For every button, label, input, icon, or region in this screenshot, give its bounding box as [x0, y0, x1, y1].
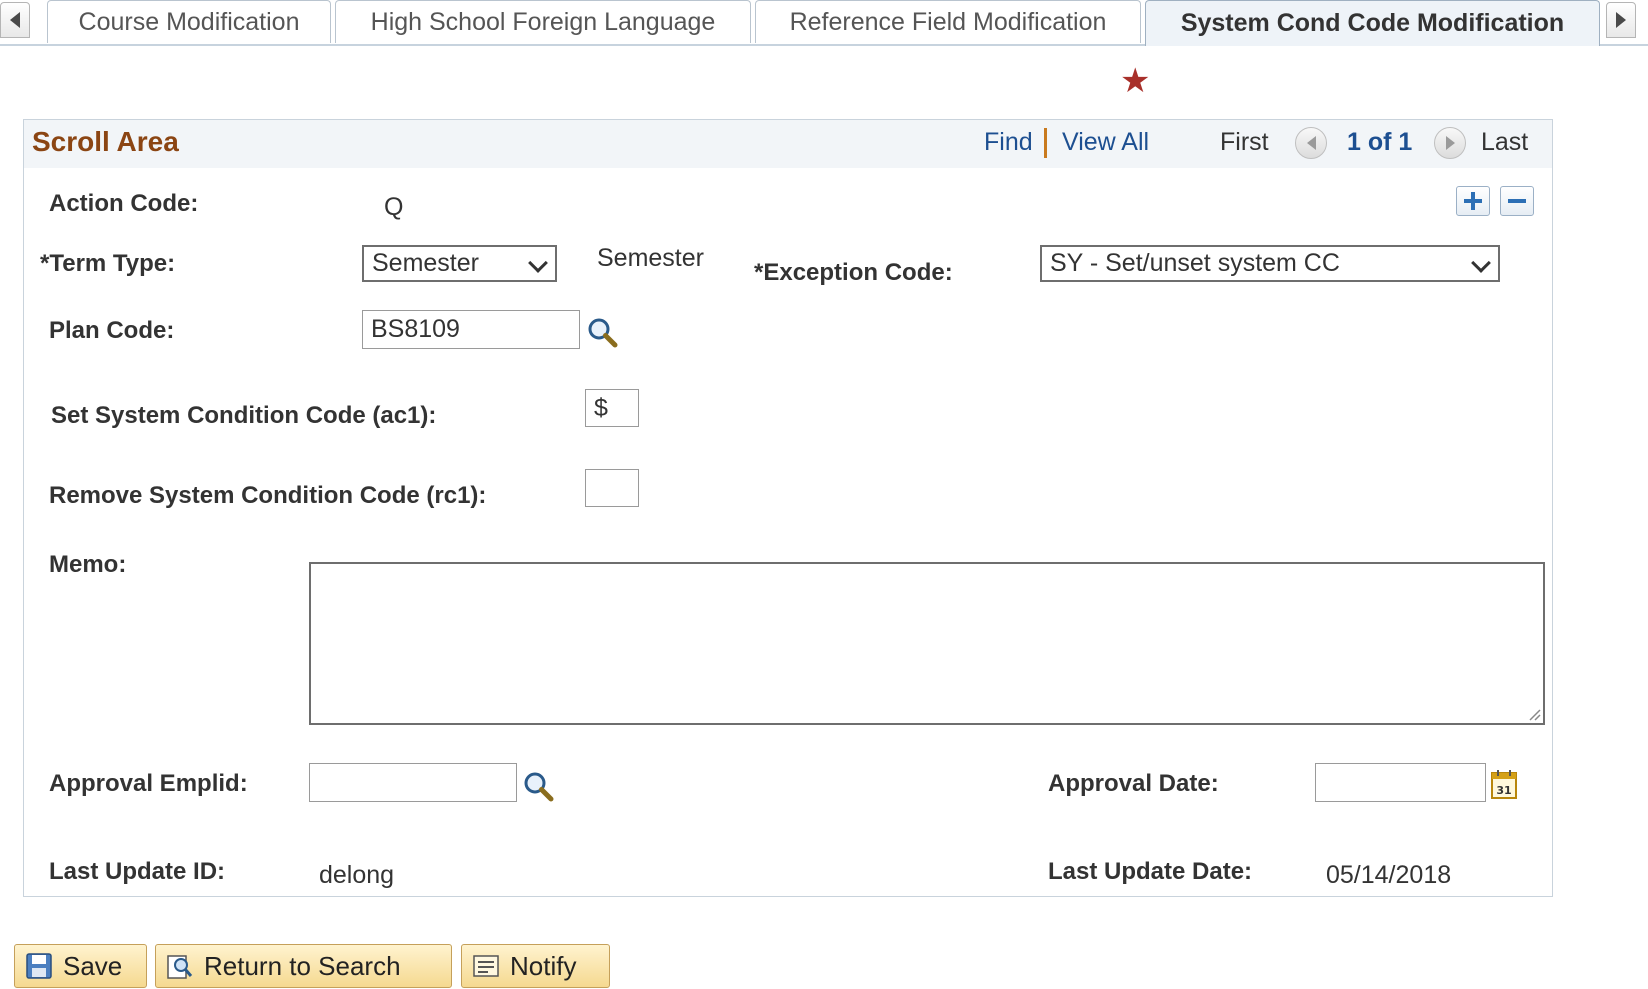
tab-scroll-right-button[interactable] [1606, 2, 1636, 38]
plan-code-value: BS8109 [371, 315, 460, 343]
set-system-condition-code-input[interactable]: $ [585, 389, 639, 427]
exception-code-label: *Exception Code: [754, 259, 953, 286]
pager-count: 1 of 1 [1347, 128, 1413, 156]
chevron-down-icon [1471, 253, 1491, 273]
action-code-label: Action Code: [49, 190, 199, 217]
notify-label: Notify [510, 950, 577, 981]
approval-date-input[interactable] [1315, 763, 1486, 802]
arrow-right-icon [1616, 12, 1626, 28]
delete-row-button[interactable] [1500, 186, 1534, 216]
tab-system-cond-code-modification[interactable]: System Cond Code Modification [1145, 0, 1600, 46]
last-update-id-label: Last Update ID: [49, 858, 226, 885]
plus-icon [1464, 192, 1482, 210]
calendar-icon[interactable]: 31 [1490, 768, 1518, 800]
tab-high-school-foreign-language[interactable]: High School Foreign Language [335, 0, 751, 43]
star-icon: ★ [1120, 62, 1151, 100]
approval-emplid-input[interactable] [309, 763, 517, 802]
save-button[interactable]: Save [14, 944, 147, 988]
arrow-right-icon [1445, 136, 1455, 150]
arrow-left-icon [10, 12, 20, 28]
exception-code-selected-value: SY - Set/unset system CC [1050, 249, 1340, 277]
approval-emplid-label: Approval Emplid: [49, 770, 248, 797]
link-separator [1044, 128, 1047, 158]
notify-button[interactable]: Notify [461, 944, 610, 988]
term-type-label: *Term Type: [40, 250, 176, 277]
exception-code-select[interactable]: SY - Set/unset system CC [1040, 245, 1500, 282]
search-icon[interactable] [522, 770, 554, 802]
set-system-condition-code-value: $ [594, 393, 608, 422]
next-row-button[interactable] [1434, 127, 1466, 159]
memo-label: Memo: [49, 551, 127, 578]
scroll-area: Scroll Area Find View All First 1 of 1 L… [23, 119, 1553, 897]
save-label: Save [63, 950, 123, 981]
remove-system-condition-code-input[interactable] [585, 469, 639, 507]
first-label: First [1220, 128, 1269, 156]
scroll-area-title: Scroll Area [32, 126, 179, 157]
chevron-down-icon [528, 253, 548, 273]
view-all-link[interactable]: View All [1062, 128, 1149, 157]
last-update-id-value: delong [319, 861, 395, 889]
find-link[interactable]: Find [984, 128, 1033, 157]
return-to-search-button[interactable]: Return to Search [155, 944, 452, 988]
remove-system-condition-code-label: Remove System Condition Code (rc1): [49, 482, 487, 509]
arrow-left-icon [1306, 136, 1316, 150]
previous-row-button[interactable] [1295, 127, 1327, 159]
tab-scroll-left-button[interactable] [0, 2, 30, 38]
resize-grip-icon[interactable] [1527, 707, 1541, 721]
tab-reference-field-modification[interactable]: Reference Field Modification [755, 0, 1141, 43]
save-icon [26, 953, 52, 979]
last-update-date-value: 05/14/2018 [1326, 861, 1452, 889]
scroll-area-header: Scroll Area Find View All First 1 of 1 L… [24, 120, 1552, 168]
svg-text:31: 31 [1496, 784, 1511, 797]
set-system-condition-code-label: Set System Condition Code (ac1): [51, 402, 437, 429]
tab-bar: Course Modification High School Foreign … [0, 0, 1648, 46]
add-row-button[interactable] [1456, 186, 1490, 216]
memo-textarea[interactable] [309, 562, 1545, 725]
term-type-selected-value: Semester [372, 249, 479, 277]
return-to-search-icon [167, 955, 193, 979]
plan-code-label: Plan Code: [49, 317, 175, 344]
action-code-value: Q [384, 193, 404, 221]
last-update-date-label: Last Update Date: [1048, 858, 1253, 885]
term-type-description: Semester [597, 244, 704, 272]
approval-date-label: Approval Date: [1048, 770, 1219, 797]
minus-icon [1508, 192, 1526, 210]
notify-icon [473, 955, 499, 977]
return-to-search-label: Return to Search [204, 950, 401, 981]
term-type-select[interactable]: Semester [362, 245, 557, 282]
search-icon[interactable] [586, 316, 618, 348]
plan-code-input[interactable]: BS8109 [362, 310, 580, 349]
tab-course-modification[interactable]: Course Modification [47, 0, 331, 43]
last-label: Last [1481, 128, 1529, 156]
